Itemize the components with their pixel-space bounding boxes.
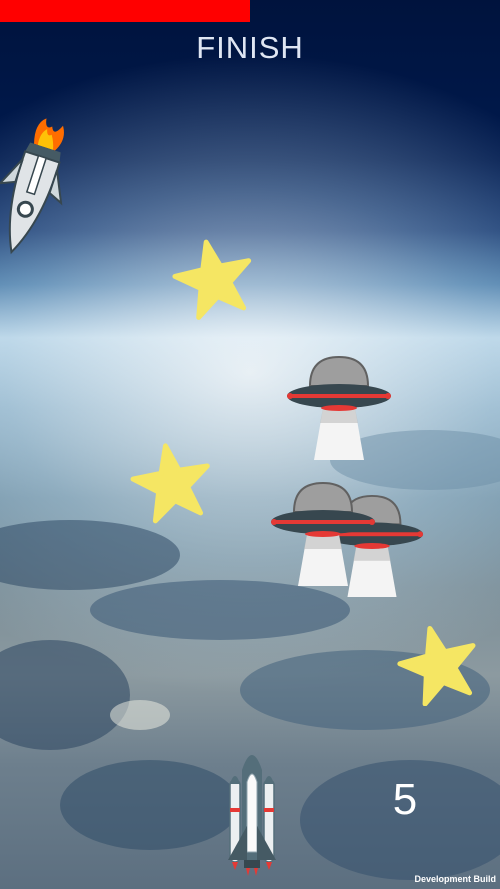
development-build-label: Development Build	[414, 874, 496, 884]
level-progress-bar	[0, 0, 500, 22]
terrain-patch	[0, 520, 180, 590]
space-shuttle-icon[interactable]	[218, 742, 286, 878]
terrain-patch	[0, 640, 130, 750]
star-icon	[130, 443, 210, 524]
terrain-patch	[60, 760, 240, 850]
terrain-patch	[110, 700, 170, 730]
star-icon	[172, 239, 252, 320]
burning-rocket-icon	[0, 118, 64, 255]
star-icon	[397, 625, 476, 706]
finish-label: FINISH	[196, 30, 304, 65]
ufo-icon	[271, 481, 375, 586]
ufo-icon	[287, 355, 391, 460]
terrain-patch	[90, 580, 350, 640]
score-counter: 5	[392, 775, 418, 824]
level-progress-fill	[0, 0, 250, 22]
